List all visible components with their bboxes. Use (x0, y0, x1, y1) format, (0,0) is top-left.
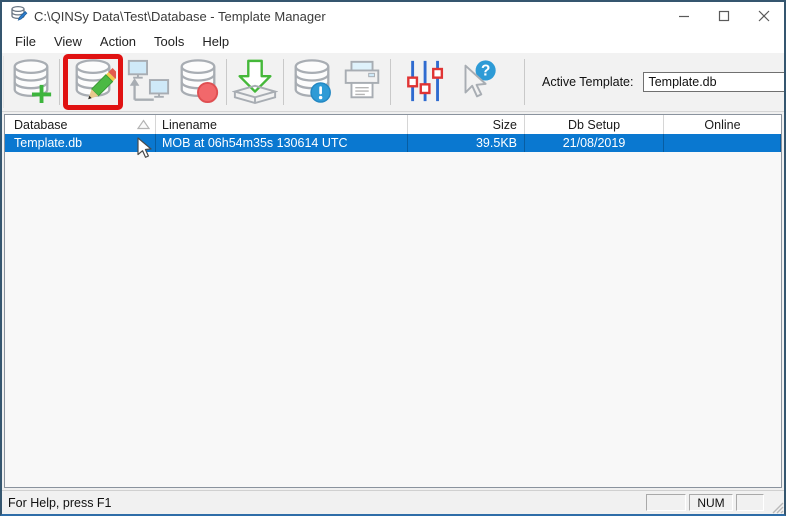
toolbar-separator (59, 59, 60, 105)
active-template-label: Active Template: (542, 75, 634, 89)
toolbar-separator (226, 59, 227, 105)
menu-help[interactable]: Help (193, 32, 238, 51)
menu-view[interactable]: View (45, 32, 91, 51)
database-edit-icon (70, 57, 120, 108)
record-database-button[interactable] (173, 56, 223, 108)
close-button[interactable] (744, 2, 784, 30)
edit-database-button[interactable] (63, 54, 123, 110)
menu-bar: File View Action Tools Help (2, 30, 784, 53)
print-button[interactable] (337, 56, 387, 108)
toolbar-separator (283, 59, 284, 105)
cell-linename: MOB at 06h54m35s 130614 UTC (156, 134, 408, 152)
resize-grip[interactable] (769, 491, 784, 514)
list-empty-area (5, 152, 781, 487)
app-icon (10, 5, 28, 28)
database-list: Database Linename Size Db Setup Online T… (4, 114, 782, 488)
menu-file[interactable]: File (6, 32, 45, 51)
column-header-size[interactable]: Size (408, 115, 525, 134)
title-bar: C:\QINSy Data\Test\Database - Template M… (2, 2, 784, 30)
database-info-button[interactable] (287, 56, 337, 108)
replay-button[interactable] (123, 56, 173, 108)
import-database-button[interactable] (230, 56, 280, 108)
column-header-online[interactable]: Online (664, 115, 781, 134)
window-controls (664, 2, 784, 30)
cell-size: 39.5KB (408, 134, 525, 152)
menu-tools[interactable]: Tools (145, 32, 193, 51)
table-row-selected[interactable]: Template.db MOB at 06h54m35s 130614 UTC … (5, 134, 781, 152)
status-pane-caps (646, 494, 686, 511)
database-add-icon (8, 57, 54, 108)
help-pointer-icon: ? (454, 57, 500, 108)
toolbar-separator (524, 59, 525, 105)
sort-ascending-icon (137, 119, 150, 130)
settings-button[interactable] (402, 56, 452, 108)
cell-database: Template.db (5, 134, 156, 152)
window-title: C:\QINSy Data\Test\Database - Template M… (34, 8, 326, 24)
database-record-icon (175, 57, 221, 108)
column-header-linename[interactable]: Linename (156, 115, 408, 134)
template-manager-window: C:\QINSy Data\Test\Database - Template M… (0, 0, 786, 516)
client-area: Database Linename Size Db Setup Online T… (2, 112, 784, 490)
minimize-button[interactable] (664, 2, 704, 30)
svg-text:?: ? (481, 62, 490, 79)
help-button[interactable]: ? (452, 56, 502, 108)
cell-db-setup: 21/08/2019 (525, 134, 664, 152)
cell-online (664, 134, 781, 152)
column-header-db-setup[interactable]: Db Setup (525, 115, 664, 134)
new-database-button[interactable] (6, 56, 56, 108)
toolbar: ? Active Template: (2, 53, 784, 112)
replay-monitors-icon (125, 57, 171, 108)
database-import-icon (231, 57, 279, 108)
active-template-input[interactable] (643, 72, 784, 92)
status-bar: For Help, press F1 NUM (2, 490, 784, 514)
status-pane-scrl (736, 494, 764, 511)
column-header-database[interactable]: Database (5, 115, 156, 134)
print-icon (339, 57, 385, 108)
toolbar-gripper[interactable] (3, 56, 4, 108)
database-info-icon (289, 57, 335, 108)
maximize-button[interactable] (704, 2, 744, 30)
sliders-icon (404, 57, 450, 108)
status-help-text: For Help, press F1 (8, 495, 112, 510)
toolbar-separator (390, 59, 391, 105)
list-header: Database Linename Size Db Setup Online (5, 115, 781, 134)
menu-action[interactable]: Action (91, 32, 145, 51)
status-pane-num: NUM (689, 494, 733, 511)
